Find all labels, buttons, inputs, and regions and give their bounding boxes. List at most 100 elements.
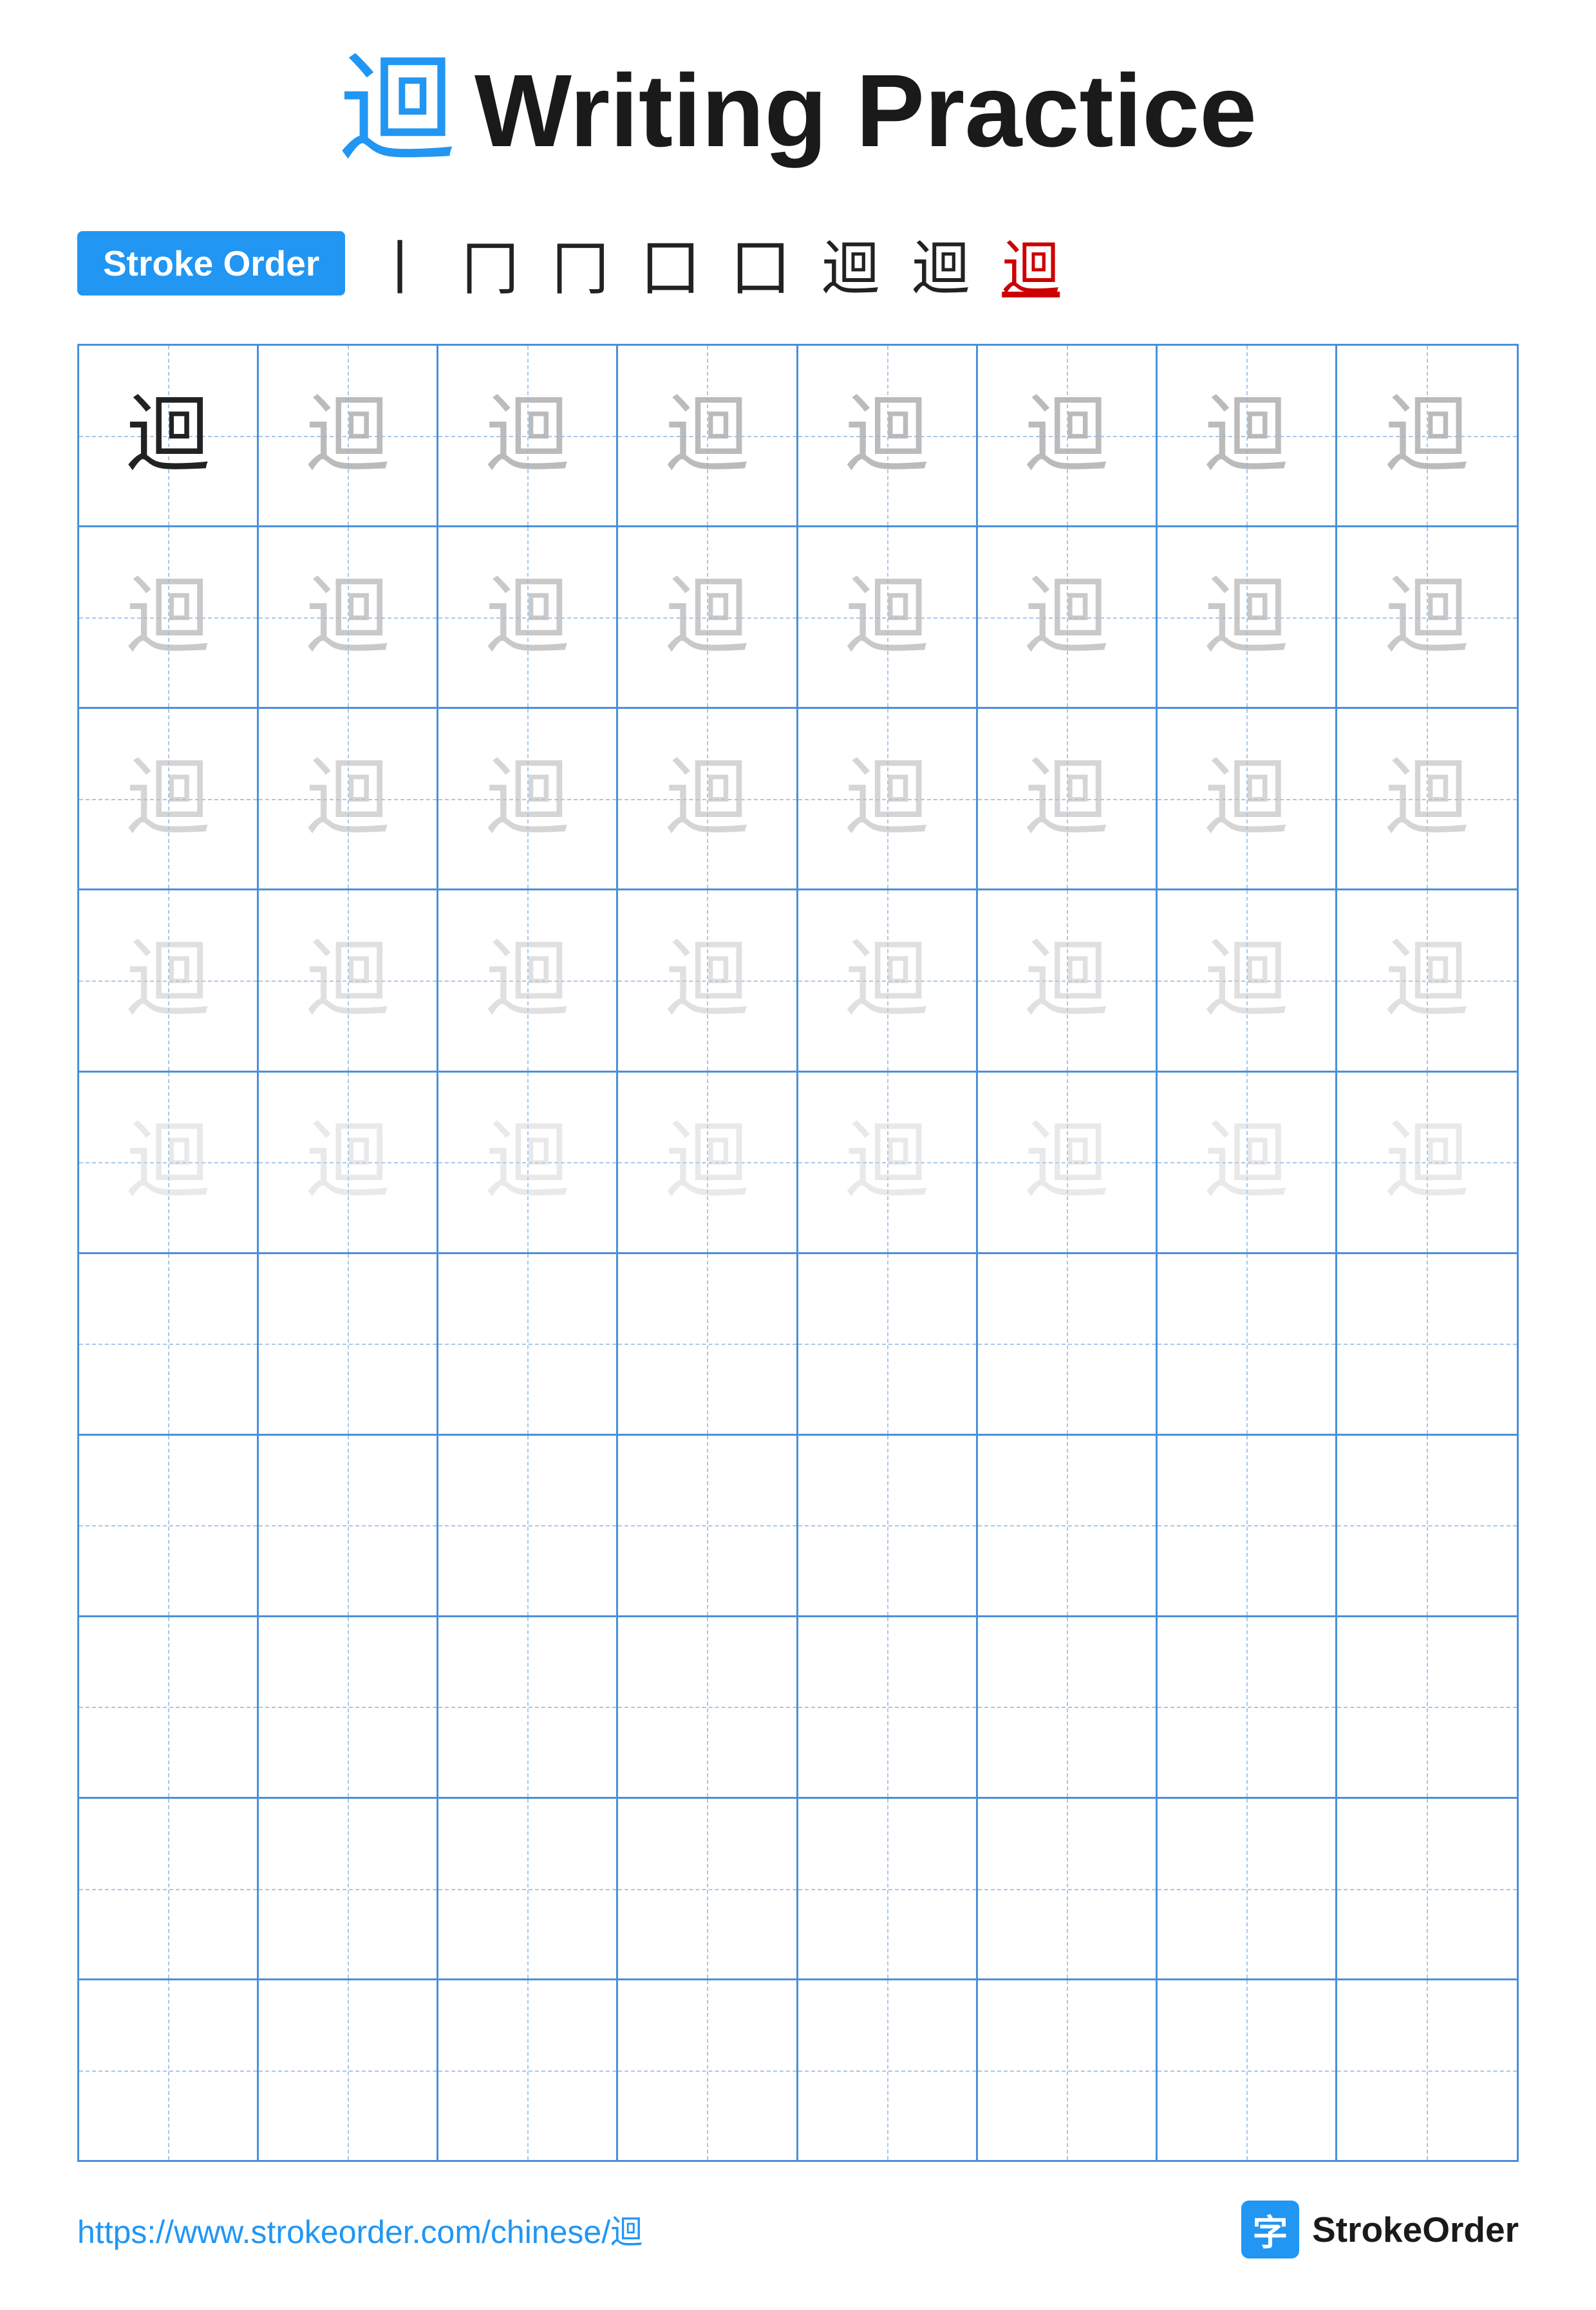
grid-cell[interactable] — [438, 1799, 618, 1978]
grid-cell[interactable]: 迴 — [978, 1073, 1158, 1252]
grid-cell[interactable]: 迴 — [79, 1073, 259, 1252]
grid-cell[interactable] — [978, 1617, 1158, 1797]
stroke-step-8: 迴 — [1002, 221, 1060, 305]
grid-cell[interactable] — [1158, 1254, 1337, 1434]
grid-cell[interactable] — [438, 1617, 618, 1797]
grid-cell[interactable]: 迴 — [978, 346, 1158, 525]
grid-cell[interactable]: 迴 — [798, 1073, 978, 1252]
grid-cell[interactable]: 迴 — [79, 346, 259, 525]
grid-cell[interactable]: 迴 — [79, 527, 259, 707]
grid-cell[interactable]: 迴 — [1337, 346, 1517, 525]
grid-cell[interactable] — [1337, 1799, 1517, 1978]
grid-cell[interactable] — [1337, 1254, 1517, 1434]
grid-cell[interactable] — [1158, 1980, 1337, 2160]
grid-cell[interactable]: 迴 — [1337, 527, 1517, 707]
practice-char: 迴 — [485, 939, 569, 1022]
practice-char: 迴 — [665, 576, 749, 659]
grid-cell[interactable]: 迴 — [259, 527, 438, 707]
grid-cell[interactable] — [1158, 1799, 1337, 1978]
stroke-step-2: 冂 — [461, 221, 519, 305]
title-character: 迴 — [339, 53, 455, 169]
grid-cell[interactable] — [259, 1436, 438, 1615]
grid-cell[interactable]: 迴 — [1337, 1073, 1517, 1252]
grid-cell[interactable] — [1337, 1436, 1517, 1615]
grid-cell[interactable]: 迴 — [618, 709, 798, 888]
grid-cell[interactable] — [1337, 1980, 1517, 2160]
stroke-sequence: 丨 冂 冂 囗 囗 迴 迴 迴 — [371, 221, 1060, 305]
grid-cell[interactable]: 迴 — [1337, 709, 1517, 888]
practice-char: 迴 — [665, 1120, 749, 1204]
grid-cell[interactable]: 迴 — [1158, 346, 1337, 525]
grid-cell[interactable] — [79, 1799, 259, 1978]
grid-cell[interactable] — [259, 1617, 438, 1797]
practice-char: 迴 — [306, 757, 390, 841]
grid-cell[interactable]: 迴 — [1158, 1073, 1337, 1252]
grid-cell[interactable] — [978, 1254, 1158, 1434]
practice-char: 迴 — [306, 394, 390, 478]
grid-cell[interactable] — [978, 1799, 1158, 1978]
grid-cell[interactable] — [1337, 1617, 1517, 1797]
grid-cell[interactable] — [798, 1436, 978, 1615]
grid-cell[interactable] — [1158, 1617, 1337, 1797]
grid-cell[interactable] — [1158, 1436, 1337, 1615]
grid-cell[interactable]: 迴 — [79, 890, 259, 1070]
practice-char: 迴 — [1025, 1120, 1109, 1204]
stroke-order-section: Stroke Order 丨 冂 冂 囗 囗 迴 迴 迴 — [77, 221, 1519, 305]
grid-cell[interactable]: 迴 — [798, 527, 978, 707]
grid-cell[interactable] — [978, 1980, 1158, 2160]
footer-url[interactable]: https://www.strokeorder.com/chinese/迴 — [77, 2206, 643, 2253]
grid-cell[interactable]: 迴 — [259, 1073, 438, 1252]
grid-cell[interactable]: 迴 — [1158, 890, 1337, 1070]
grid-cell[interactable]: 迴 — [259, 890, 438, 1070]
grid-cell[interactable]: 迴 — [798, 346, 978, 525]
grid-cell[interactable] — [798, 1254, 978, 1434]
grid-cell[interactable]: 迴 — [618, 346, 798, 525]
grid-cell[interactable]: 迴 — [978, 527, 1158, 707]
grid-cell[interactable] — [438, 1436, 618, 1615]
grid-cell[interactable] — [798, 1799, 978, 1978]
grid-cell[interactable]: 迴 — [438, 527, 618, 707]
practice-char: 迴 — [845, 939, 929, 1022]
grid-cell[interactable] — [79, 1980, 259, 2160]
grid-cell[interactable]: 迴 — [618, 527, 798, 707]
grid-cell[interactable]: 迴 — [1158, 709, 1337, 888]
grid-cell[interactable]: 迴 — [438, 346, 618, 525]
grid-cell[interactable] — [79, 1617, 259, 1797]
grid-cell[interactable]: 迴 — [798, 890, 978, 1070]
grid-cell[interactable] — [618, 1436, 798, 1615]
grid-cell[interactable] — [438, 1254, 618, 1434]
grid-cell[interactable]: 迴 — [259, 709, 438, 888]
grid-cell[interactable] — [978, 1436, 1158, 1615]
grid-cell[interactable]: 迴 — [79, 709, 259, 888]
grid-cell[interactable]: 迴 — [798, 709, 978, 888]
grid-cell[interactable] — [259, 1254, 438, 1434]
practice-char: 迴 — [1025, 757, 1109, 841]
grid-cell[interactable]: 迴 — [1337, 890, 1517, 1070]
practice-char: 迴 — [1025, 939, 1109, 1022]
grid-cell[interactable]: 迴 — [618, 890, 798, 1070]
grid-cell[interactable]: 迴 — [978, 709, 1158, 888]
grid-cell[interactable] — [798, 1617, 978, 1797]
grid-cell[interactable] — [259, 1799, 438, 1978]
grid-cell[interactable]: 迴 — [618, 1073, 798, 1252]
grid-cell[interactable] — [259, 1980, 438, 2160]
grid-row-4: 迴 迴 迴 迴 迴 迴 迴 迴 — [79, 890, 1517, 1072]
grid-cell[interactable] — [618, 1799, 798, 1978]
grid-cell[interactable]: 迴 — [978, 890, 1158, 1070]
grid-cell[interactable]: 迴 — [438, 890, 618, 1070]
practice-char: 迴 — [126, 1120, 210, 1204]
grid-cell[interactable] — [79, 1254, 259, 1434]
grid-cell[interactable] — [618, 1980, 798, 2160]
grid-cell[interactable] — [438, 1980, 618, 2160]
practice-char: 迴 — [485, 757, 569, 841]
grid-cell[interactable] — [798, 1980, 978, 2160]
grid-cell[interactable]: 迴 — [438, 1073, 618, 1252]
grid-cell[interactable]: 迴 — [1158, 527, 1337, 707]
practice-char: 迴 — [1205, 394, 1288, 478]
grid-cell[interactable]: 迴 — [259, 346, 438, 525]
practice-char: 迴 — [485, 1120, 569, 1204]
grid-cell[interactable]: 迴 — [438, 709, 618, 888]
grid-cell[interactable] — [79, 1436, 259, 1615]
grid-cell[interactable] — [618, 1254, 798, 1434]
grid-cell[interactable] — [618, 1617, 798, 1797]
